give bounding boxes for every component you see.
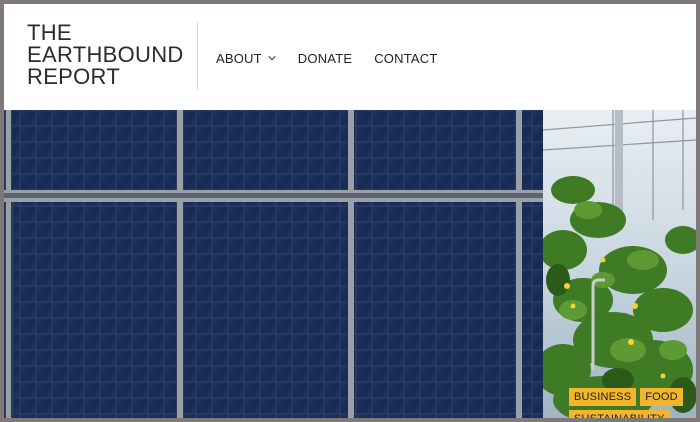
tag-business[interactable]: BUSINESS xyxy=(569,388,637,406)
hero-image xyxy=(4,110,696,418)
nav-item-about[interactable]: ABOUT xyxy=(216,50,276,66)
greenhouse-plant-image[interactable] xyxy=(543,110,696,418)
nav-item-contact[interactable]: CONTACT xyxy=(374,50,437,66)
solar-panel-image[interactable] xyxy=(4,110,543,418)
site-logo[interactable]: THE EARTHBOUND REPORT xyxy=(27,22,197,88)
logo-line-1: THE xyxy=(27,20,72,45)
nav-item-donate[interactable]: DONATE xyxy=(298,50,352,66)
nav-item-donate-label: DONATE xyxy=(297,50,353,66)
logo-line-3: REPORT xyxy=(27,64,121,89)
header-divider xyxy=(197,22,198,90)
nav-item-contact-label: CONTACT xyxy=(374,50,438,66)
main-nav: ABOUT DONATE CONTACT xyxy=(216,50,459,66)
nav-item-about-label: ABOUT xyxy=(216,50,262,66)
tag-food[interactable]: FOOD xyxy=(640,388,683,406)
tag-sustainability[interactable]: SUSTAINABILITY xyxy=(569,410,670,418)
chevron-down-icon xyxy=(268,56,276,61)
category-tags: BUSINESS FOOD SUSTAINABILITY xyxy=(569,388,696,418)
site-header: THE EARTHBOUND REPORT ABOUT DONATE CONTA… xyxy=(4,4,696,110)
browser-viewport: THE EARTHBOUND REPORT ABOUT DONATE CONTA… xyxy=(4,4,696,418)
logo-line-2: EARTHBOUND xyxy=(27,42,184,67)
